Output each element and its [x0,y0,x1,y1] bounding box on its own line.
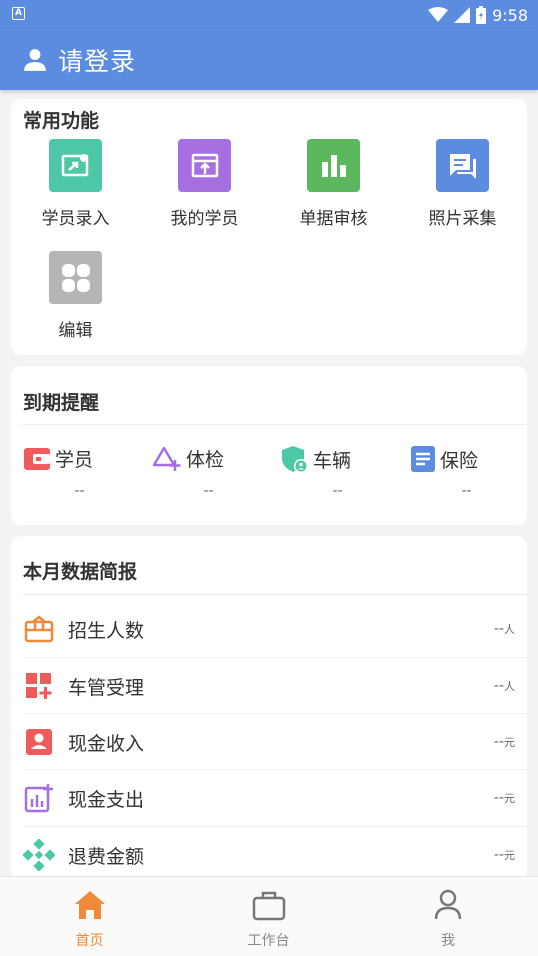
stat-label: 退费金额 [68,845,145,868]
notification-a-icon: A [12,7,25,20]
stat-label: 招生人数 [68,619,145,642]
student-entry-icon [49,139,102,192]
bottom-tab-bar: 首页 工作台 我 [0,876,538,956]
stat-value: --人 [493,678,515,694]
func-photo-collection[interactable]: 照片采集 [398,139,527,229]
chart-plus-icon [23,782,55,814]
grid-icon [49,251,102,304]
common-functions-card: 常用功能 学员录入 我的学员 单据审核 照片采集 编辑 [11,99,527,355]
func-student-entry[interactable]: 学员录入 [11,139,140,229]
tab-home[interactable]: 首页 [0,877,179,956]
stat-row-cash-income[interactable]: 现金收入 --元 [11,714,527,770]
briefcase-icon [252,891,285,921]
reminder-value: -- [461,483,472,499]
stat-value: --元 [493,790,515,806]
section-title: 常用功能 [23,110,100,132]
reminder-label: 保险 [440,449,479,472]
stat-value: --人 [493,621,515,637]
home-icon [74,891,105,919]
func-label: 单据审核 [299,209,368,229]
grid-plus-icon [23,670,55,702]
monthly-report-card: 本月数据简报 招生人数 --人 车管受理 --人 现金收入 --元 现金支出 -… [11,536,527,881]
tab-label: 我 [441,933,455,949]
section-title: 到期提醒 [23,392,100,414]
stat-row-refund-amount[interactable]: 退费金额 --元 [11,827,527,883]
tab-me[interactable]: 我 [358,877,538,956]
func-label: 照片采集 [428,209,497,229]
document-icon [411,446,435,472]
tab-label: 工作台 [247,933,290,949]
expiry-reminder-card: 到期提醒 学员 -- 体检 -- 车辆 -- 保险 -- [11,366,527,525]
my-students-icon [178,139,231,192]
reminder-value: -- [74,483,85,499]
divider [23,424,527,425]
reminder-label: 车辆 [313,449,352,472]
func-document-review[interactable]: 单据审核 [269,139,398,229]
reminder-label: 体检 [186,449,225,471]
stat-value: --元 [493,847,515,863]
diamond-icon [23,839,55,871]
stat-row-vehicle-admin[interactable]: 车管受理 --人 [11,658,527,714]
person-icon [434,889,462,920]
func-edit[interactable]: 编辑 [11,251,140,341]
clock: 9:58 [492,5,528,25]
stat-label: 车管受理 [68,676,145,699]
reminder-label: 学员 [55,449,94,471]
bar-chart-icon [307,139,360,192]
stat-label: 现金收入 [68,732,145,755]
login-prompt[interactable]: 请登录 [58,42,136,78]
divider [23,594,527,595]
user-icon [24,48,46,71]
stat-row-enrollment[interactable]: 招生人数 --人 [11,601,527,657]
gift-icon [23,613,55,645]
func-label: 编辑 [58,321,93,341]
id-card-icon [23,726,55,758]
status-bar: A 9:58 [0,0,538,29]
wifi-icon [428,7,449,22]
tab-label: 首页 [75,933,104,949]
triangle-plus-icon [152,446,181,471]
section-title: 本月数据简报 [23,561,138,583]
stat-label: 现金支出 [68,788,145,811]
header-bar[interactable]: 请登录 [0,29,538,90]
wallet-icon [24,447,50,470]
reminder-value: -- [332,483,343,499]
tab-workbench[interactable]: 工作台 [179,877,358,956]
func-label: 学员录入 [41,209,110,229]
chat-icon [436,139,489,192]
stat-row-cash-expense[interactable]: 现金支出 --元 [11,770,527,826]
stat-value: --元 [493,734,515,750]
battery-icon [476,6,487,24]
func-label: 我的学员 [170,209,239,229]
signal-icon [454,7,471,23]
func-my-students[interactable]: 我的学员 [140,139,269,229]
reminder-value: -- [203,483,214,499]
shield-user-icon [282,446,308,473]
